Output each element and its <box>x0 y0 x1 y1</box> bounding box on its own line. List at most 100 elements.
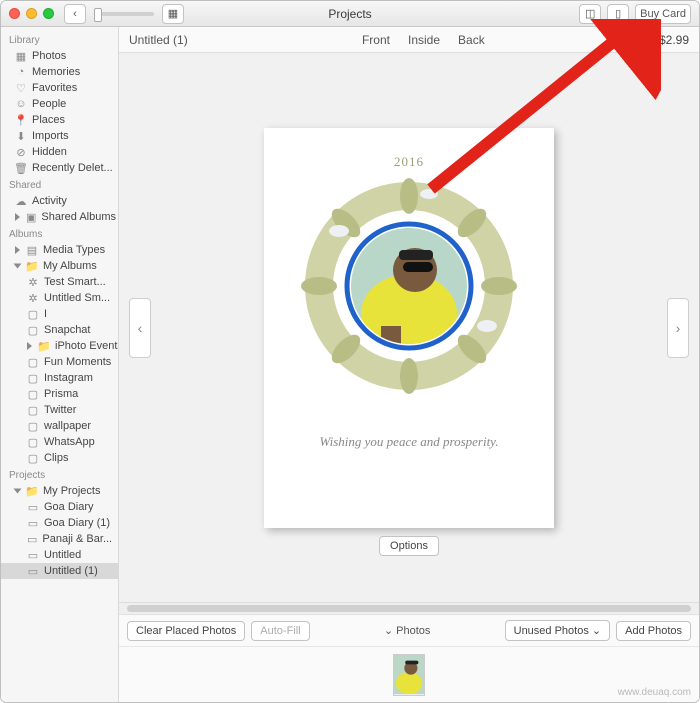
sidebar-item-goa-diary[interactable]: ▭Goa Diary <box>1 499 118 515</box>
sidebar-item-untitled-1[interactable]: ▭Untitled (1) <box>1 563 118 579</box>
album-icon: ▢ <box>27 372 39 384</box>
card-options-button[interactable]: Options <box>379 536 439 556</box>
disclosure-icon[interactable] <box>14 264 22 269</box>
page-prev-button[interactable]: ‹ <box>129 298 151 358</box>
sidebar-item-untitled[interactable]: ▭Untitled <box>1 547 118 563</box>
canvas-area: ‹ › 2016 <box>119 53 699 602</box>
sidebar-item-memories[interactable]: ◔Memories <box>1 64 118 80</box>
disclosure-icon[interactable] <box>15 246 20 254</box>
sidebar-item-shared-albums[interactable]: ▣Shared Albums <box>1 209 118 225</box>
disclosure-icon[interactable] <box>15 213 20 221</box>
photos-icon: ▦ <box>15 50 27 62</box>
smart-album-icon: ✲ <box>27 292 39 304</box>
book-icon: ▭ <box>27 517 39 529</box>
sidebar-item-album-i[interactable]: ▢I <box>1 306 118 322</box>
price-label: $2.99 <box>659 33 689 47</box>
sidebar-item-imports[interactable]: ⬇Imports <box>1 128 118 144</box>
card-wreath <box>299 176 519 396</box>
chevron-down-icon: ⌄ <box>592 625 601 637</box>
thumbnail-size-button[interactable]: ▦ <box>162 4 184 24</box>
sidebar-section-library: Library <box>1 31 118 48</box>
smart-album-icon: ✲ <box>27 276 39 288</box>
close-window-button[interactable] <box>9 8 20 19</box>
card-message: Wishing you peace and prosperity. <box>320 434 499 450</box>
sidebar-item-people[interactable]: ☺People <box>1 96 118 112</box>
card-front[interactable]: 2016 <box>264 128 554 528</box>
sidebar-item-instagram[interactable]: ▢Instagram <box>1 370 118 386</box>
people-icon: ☺ <box>15 98 27 110</box>
chevron-left-icon: ‹ <box>73 8 77 20</box>
sidebar-item-untitled-smart[interactable]: ✲Untitled Sm... <box>1 290 118 306</box>
auto-fill-button[interactable]: Auto-Fill <box>251 621 309 641</box>
album-icon: ▢ <box>27 356 39 368</box>
sidebar-item-goa-diary-1[interactable]: ▭Goa Diary (1) <box>1 515 118 531</box>
memories-icon: ◔ <box>15 66 27 78</box>
minimize-window-button[interactable] <box>26 8 37 19</box>
device-button[interactable]: ▯ <box>607 4 629 24</box>
chevron-right-icon: › <box>676 320 681 336</box>
window-title: Projects <box>328 7 371 21</box>
sidebar-section-projects: Projects <box>1 466 118 483</box>
sidebar-item-prisma[interactable]: ▢Prisma <box>1 386 118 402</box>
page-next-button[interactable]: › <box>667 298 689 358</box>
window-controls <box>9 8 54 19</box>
disclosure-icon[interactable] <box>27 342 32 350</box>
sidebar-item-clips[interactable]: ▢Clips <box>1 450 118 466</box>
album-icon: ▢ <box>27 308 39 320</box>
album-icon: ▢ <box>27 404 39 416</box>
sidebar-item-photos[interactable]: ▦Photos <box>1 48 118 64</box>
sidebar-item-snapchat[interactable]: ▢Snapchat <box>1 322 118 338</box>
tab-back[interactable]: Back <box>458 33 485 47</box>
sidebar-item-wallpaper[interactable]: ▢wallpaper <box>1 418 118 434</box>
photo-thumbnail[interactable] <box>393 654 425 696</box>
tab-inside[interactable]: Inside <box>408 33 440 47</box>
sidebar-item-activity[interactable]: ☁Activity <box>1 193 118 209</box>
book-icon: ▭ <box>27 501 39 513</box>
device-icon: ▯ <box>615 7 621 20</box>
titlebar: ‹ ▦ Projects ◫ ▯ Buy Card <box>1 1 699 27</box>
sidebar-item-test-smart[interactable]: ✲Test Smart... <box>1 274 118 290</box>
folder-icon: 📁 <box>26 260 38 272</box>
sidebar-item-my-albums[interactable]: 📁My Albums <box>1 258 118 274</box>
album-icon: ▢ <box>27 436 39 448</box>
cloud-icon: ☁ <box>15 195 27 207</box>
tab-front[interactable]: Front <box>362 33 390 47</box>
trash-icon: 🗑 <box>15 162 27 174</box>
back-button[interactable]: ‹ <box>64 4 86 24</box>
sidebar-item-hidden[interactable]: ⊘Hidden <box>1 144 118 160</box>
media-types-icon: ▤ <box>26 244 38 256</box>
sidebar-item-whatsapp[interactable]: ▢WhatsApp <box>1 434 118 450</box>
sidebar-item-twitter[interactable]: ▢Twitter <box>1 402 118 418</box>
sidebar-item-media-types[interactable]: ▤Media Types <box>1 242 118 258</box>
project-title: Untitled (1) <box>129 33 188 47</box>
sidebar-item-recently-deleted[interactable]: 🗑Recently Delet... <box>1 160 118 176</box>
disclosure-icon[interactable] <box>14 489 22 494</box>
sidebar-item-panaji[interactable]: ▭Panaji & Bar... <box>1 531 118 547</box>
album-icon: ▢ <box>27 388 39 400</box>
project-subheader: Untitled (1) Front Inside Back $2.99 <box>119 27 699 53</box>
horizontal-scrollbar[interactable] <box>119 603 699 615</box>
sidebar-item-iphoto-events[interactable]: 📁iPhoto Events <box>1 338 118 354</box>
sidebar-item-my-projects[interactable]: 📁My Projects <box>1 483 118 499</box>
card-year: 2016 <box>394 154 424 170</box>
folder-icon: 📁 <box>26 485 38 497</box>
sidebar-item-places[interactable]: 📍Places <box>1 112 118 128</box>
folder-icon: 📁 <box>38 340 50 352</box>
clear-placed-photos-button[interactable]: Clear Placed Photos <box>127 621 245 641</box>
hidden-icon: ⊘ <box>15 146 27 158</box>
photos-tray-toggle[interactable]: ⌄ Photos <box>316 624 499 637</box>
sidebar-section-albums: Albums <box>1 225 118 242</box>
buy-card-button[interactable]: Buy Card <box>635 4 691 24</box>
layout-toggle-button[interactable]: ◫ <box>579 4 601 24</box>
app-window: ‹ ▦ Projects ◫ ▯ Buy Card Library ▦Photo… <box>0 0 700 703</box>
album-icon: ▢ <box>27 420 39 432</box>
unused-photos-dropdown[interactable]: Unused Photos ⌄ <box>505 620 611 641</box>
chevron-left-icon: ‹ <box>138 320 143 336</box>
add-photos-button[interactable]: Add Photos <box>616 621 691 641</box>
sidebar-icon: ◫ <box>585 7 595 20</box>
zoom-slider[interactable] <box>94 12 154 16</box>
fullscreen-window-button[interactable] <box>43 8 54 19</box>
sidebar-item-favorites[interactable]: ♡Favorites <box>1 80 118 96</box>
sidebar-item-fun-moments[interactable]: ▢Fun Moments <box>1 354 118 370</box>
bottom-bar: Clear Placed Photos Auto-Fill ⌄ Photos U… <box>119 602 699 702</box>
